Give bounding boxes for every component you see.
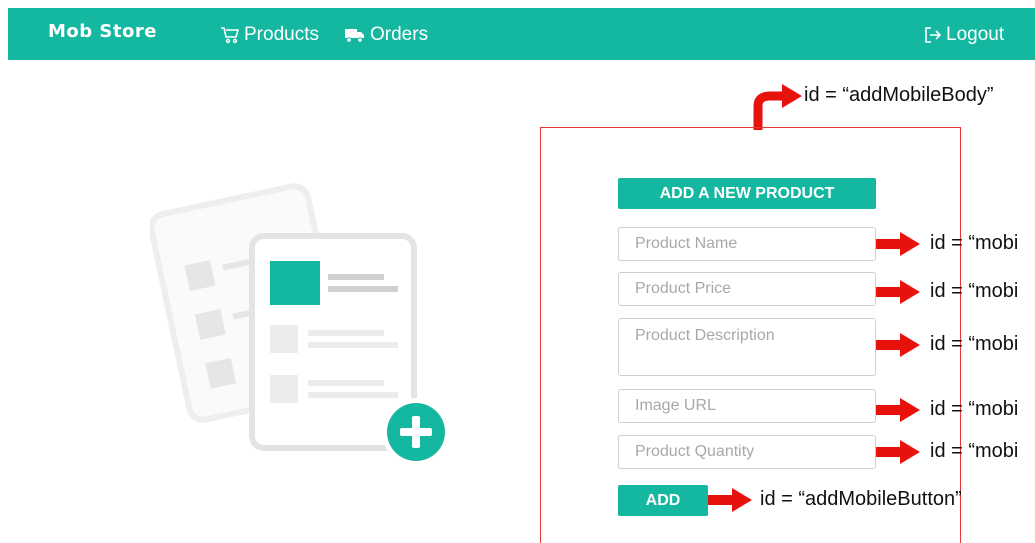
product-price-input[interactable] (618, 272, 876, 306)
body-id-annotation: id = “addMobileBody” (804, 84, 994, 106)
button-id-annotation: id = “addMobileButton” (760, 488, 962, 510)
nav-logout-label: Logout (946, 24, 1005, 45)
name-id-annotation: id = “mobi (930, 232, 1019, 254)
truck-icon (345, 29, 364, 43)
quantity-id-arrow (876, 440, 920, 464)
nav-orders-label: Orders (370, 24, 429, 45)
product-name-input[interactable] (618, 227, 876, 261)
navbar: Mob Store Products Orders Logout (8, 8, 1035, 60)
nav-products-link[interactable]: Products (220, 24, 319, 46)
button-id-arrow (708, 488, 752, 512)
name-id-arrow (876, 232, 920, 256)
nav-logout-link[interactable]: Logout (924, 24, 1004, 46)
description-id-arrow (876, 333, 920, 357)
nav-orders-link[interactable]: Orders (344, 24, 428, 46)
brand-logo[interactable]: Mob Store (48, 21, 157, 42)
nav-products-label: Products (244, 24, 319, 45)
description-id-annotation: id = “mobi (930, 333, 1019, 355)
image-id-annotation: id = “mobi (930, 398, 1019, 420)
product-quantity-input[interactable] (618, 435, 876, 469)
logout-icon (925, 27, 942, 43)
quantity-id-annotation: id = “mobi (930, 440, 1019, 462)
add-product-illustration (150, 183, 450, 466)
body-id-arrow (753, 84, 802, 130)
cart-icon (221, 27, 239, 44)
image-id-arrow (876, 398, 920, 422)
form-title: ADD A NEW PRODUCT (618, 178, 876, 209)
image-url-input[interactable] (618, 389, 876, 423)
price-id-arrow (876, 280, 920, 304)
price-id-annotation: id = “mobi (930, 280, 1019, 302)
plus-icon (382, 398, 450, 466)
product-description-input[interactable] (618, 318, 876, 376)
add-button[interactable]: ADD (618, 485, 708, 516)
